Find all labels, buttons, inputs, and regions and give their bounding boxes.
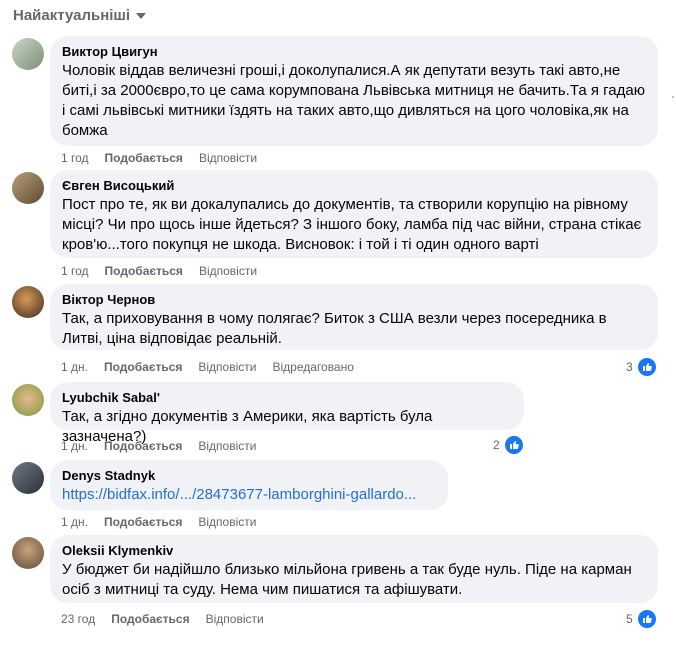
comment-author[interactable]: Lyubchik Sabal' xyxy=(62,389,512,406)
avatar[interactable] xyxy=(12,172,44,204)
comment-author[interactable]: Oleksii Klymenkiv xyxy=(62,542,646,559)
like-button[interactable]: Подобається xyxy=(104,515,182,529)
like-button[interactable]: Подобається xyxy=(111,612,189,626)
edited-label: Відредаговано xyxy=(272,360,354,374)
comment-time[interactable]: 1 год xyxy=(61,151,89,165)
like-button[interactable]: Подобається xyxy=(104,439,182,453)
reaction-count[interactable]: 5 xyxy=(626,608,658,630)
comment-bubble: Євген Висоцький Пост про те, як ви докал… xyxy=(50,170,658,258)
comment-text: Так, а приховування в чому полягає? Бито… xyxy=(62,310,607,347)
comment-actions: 1 дн. Подобається Відповісти Відредагова… xyxy=(61,360,354,374)
comment-text: Чоловік віддав величезні гроші,і доколуп… xyxy=(62,62,645,139)
comment-actions: 1 год Подобається Відповісти xyxy=(61,151,257,165)
comment-link[interactable]: https://bidfax.info/.../28473677-lamborg… xyxy=(62,485,436,505)
reply-button[interactable]: Відповісти xyxy=(198,360,256,374)
comment-author[interactable]: Євген Висоцький xyxy=(62,177,646,194)
comment-author[interactable]: Denys Stadnyk xyxy=(62,467,436,484)
like-icon xyxy=(635,356,658,378)
comment-author[interactable]: Виктор Цвигун xyxy=(62,43,646,60)
reply-button[interactable]: Відповісти xyxy=(198,515,256,529)
comment-bubble: Віктор Чернов Так, а приховування в чому… xyxy=(50,284,658,350)
sort-dropdown[interactable]: Найактуальніші xyxy=(13,7,147,24)
reply-button[interactable]: Відповісти xyxy=(199,264,257,278)
like-button[interactable]: Подобається xyxy=(105,151,183,165)
like-icon xyxy=(635,608,658,630)
comment-actions: 1 дн. Подобається Відповісти xyxy=(61,515,256,529)
comment-text: Пост про те, як ви докалупались до докум… xyxy=(62,196,642,253)
comment-time[interactable]: 23 год xyxy=(61,612,95,626)
comment-actions: 1 год Подобається Відповісти xyxy=(61,264,257,278)
comment-time[interactable]: 1 год xyxy=(61,264,89,278)
comment-bubble: Oleksii Klymenkiv У бюджет би надійшло б… xyxy=(50,535,658,603)
like-button[interactable]: Подобається xyxy=(104,360,182,374)
avatar[interactable] xyxy=(12,384,44,416)
reaction-count[interactable]: 3 xyxy=(626,356,658,378)
reply-button[interactable]: Відповісти xyxy=(206,612,264,626)
reaction-number: 2 xyxy=(493,438,500,452)
avatar[interactable] xyxy=(12,462,44,494)
reaction-number: 5 xyxy=(626,612,633,626)
avatar[interactable] xyxy=(12,537,44,569)
like-button[interactable]: Подобається xyxy=(105,264,183,278)
chevron-down-icon xyxy=(136,12,147,19)
sort-label: Найактуальніші xyxy=(13,7,131,24)
reply-button[interactable]: Відповісти xyxy=(198,439,256,453)
comment-bubble: Lyubchik Sabal' Так, а згідно документів… xyxy=(50,382,524,445)
comment-actions: 1 дн. Подобається Відповісти xyxy=(61,439,256,453)
comment-bubble: Виктор Цвигун Чоловік віддав величезні г… xyxy=(50,36,658,146)
comment-time[interactable]: 1 дн. xyxy=(61,360,88,374)
reaction-number: 3 xyxy=(626,360,633,374)
comment-time[interactable]: 1 дн. xyxy=(61,515,88,529)
reply-button[interactable]: Відповісти xyxy=(199,151,257,165)
like-icon xyxy=(502,434,525,456)
avatar[interactable] xyxy=(12,38,44,70)
comment-author[interactable]: Віктор Чернов xyxy=(62,291,646,308)
comment-text: У бюджет би надійшло близько мільйона гр… xyxy=(62,561,632,598)
reaction-count[interactable]: 2 xyxy=(493,434,525,456)
comment-bubble: Denys Stadnyk https://bidfax.info/.../28… xyxy=(50,460,448,510)
comment-time[interactable]: 1 дн. xyxy=(61,439,88,453)
avatar[interactable] xyxy=(12,286,44,318)
comment-actions: 23 год Подобається Відповісти xyxy=(61,612,264,626)
scrollbar-marker xyxy=(672,96,674,98)
